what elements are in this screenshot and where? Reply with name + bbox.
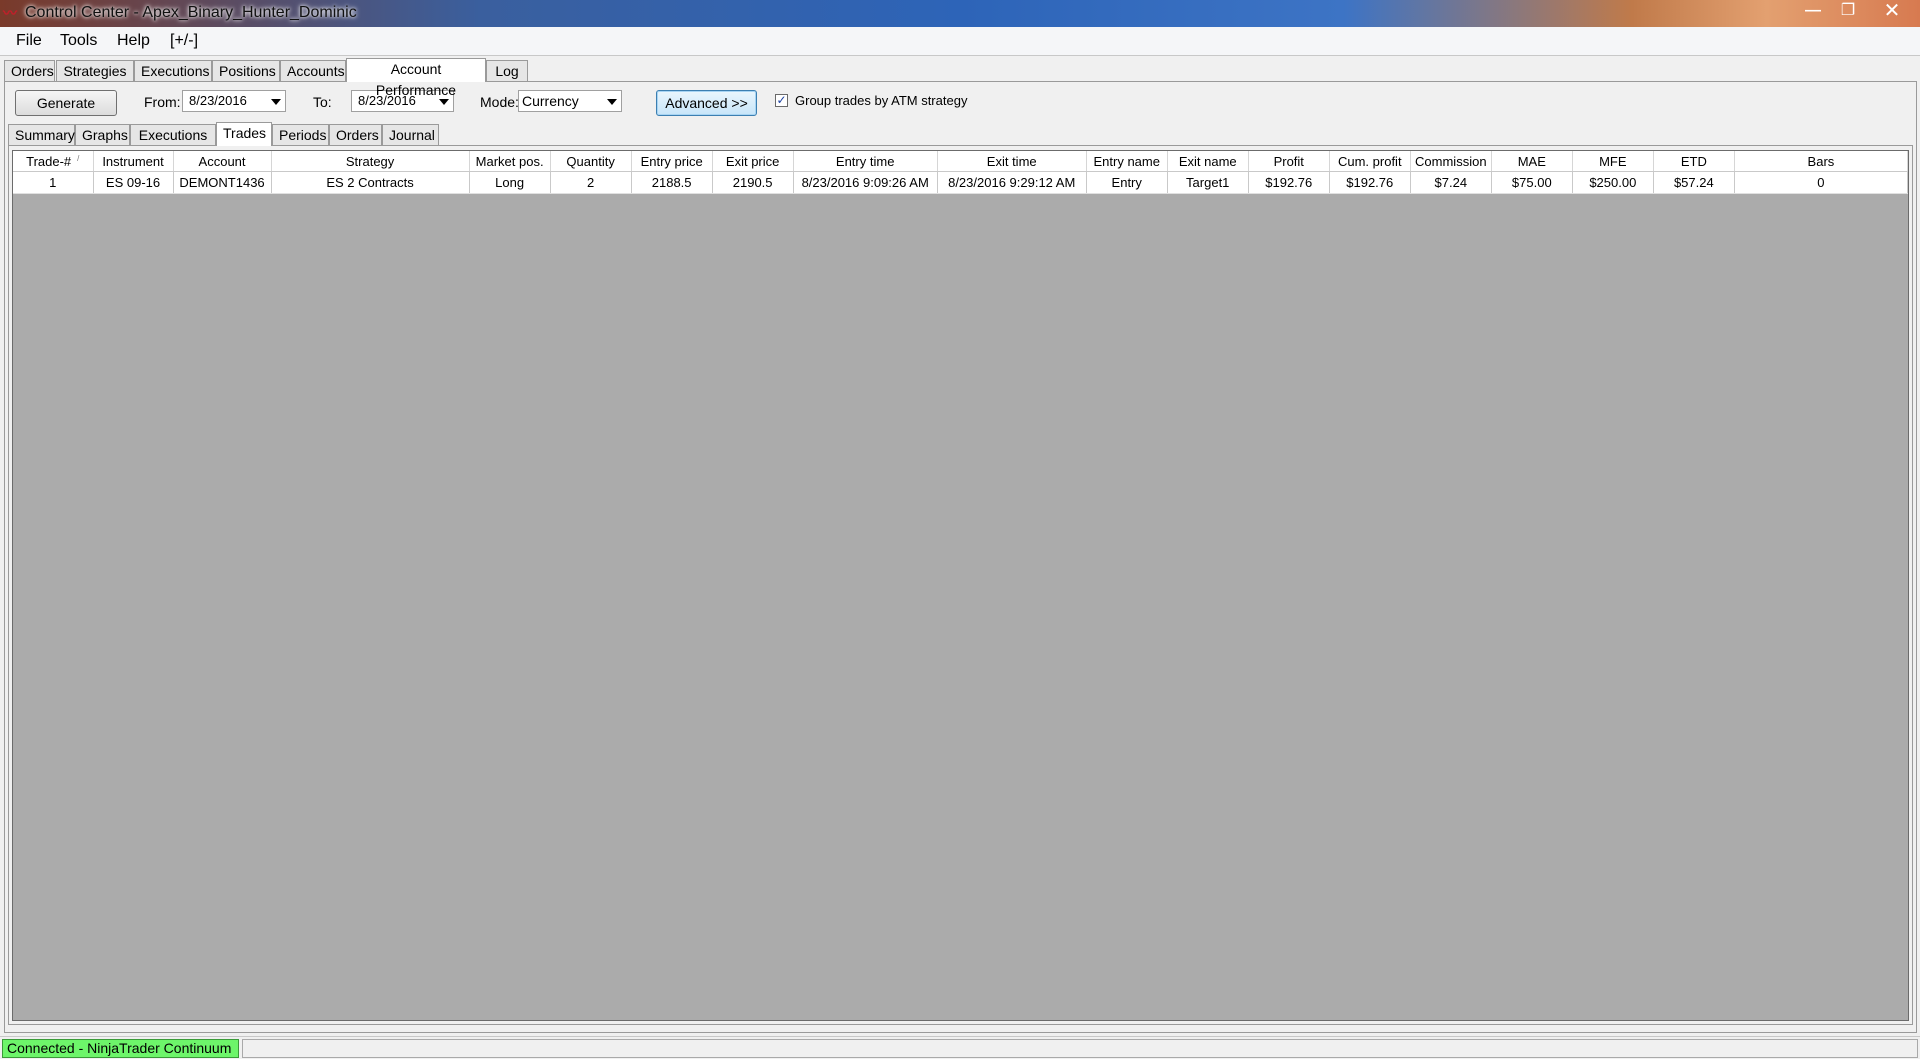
window-title: Control Center - Apex_Binary_Hunter_Domi… xyxy=(25,4,357,21)
column-header-quantity[interactable]: Quantity xyxy=(550,151,632,172)
cell-entry-time: 8/23/2016 9:09:26 AM xyxy=(793,171,938,194)
menu-help[interactable]: Help xyxy=(117,32,150,50)
column-header-etd[interactable]: ETD xyxy=(1653,151,1735,172)
sort-icon: / xyxy=(77,153,80,163)
group-trades-label: Group trades by ATM strategy xyxy=(795,93,968,108)
column-header-mfe[interactable]: MFE xyxy=(1572,151,1654,172)
menu-tools[interactable]: Tools xyxy=(60,32,97,50)
tab-executions-report[interactable]: Executions xyxy=(130,124,216,145)
menu-toggle[interactable]: [+/-] xyxy=(170,32,198,50)
advanced-button[interactable]: Advanced >> xyxy=(656,90,757,116)
cell-bars: 0 xyxy=(1734,171,1908,194)
cell-exit-time: 8/23/2016 9:29:12 AM xyxy=(937,171,1087,194)
cell-mfe: $250.00 xyxy=(1572,171,1654,194)
mode-label: Mode: xyxy=(480,94,519,110)
column-header-trade-number[interactable]: Trade-# / xyxy=(13,151,94,172)
tab-graphs[interactable]: Graphs xyxy=(75,124,130,145)
from-date-picker[interactable]: 8/23/2016 xyxy=(182,90,286,112)
status-message-area xyxy=(242,1039,1918,1058)
column-header-commission[interactable]: Commission xyxy=(1410,151,1492,172)
cell-instrument: ES 09-16 xyxy=(93,171,174,194)
column-header-entry-time[interactable]: Entry time xyxy=(793,151,938,172)
trades-table: Trade-# / Instrument Account Strategy Mar… xyxy=(13,151,1908,194)
tab-strategies[interactable]: Strategies xyxy=(56,60,134,81)
column-header-exit-price[interactable]: Exit price xyxy=(712,151,794,172)
column-header-strategy[interactable]: Strategy xyxy=(271,151,470,172)
cell-exit-name: Target1 xyxy=(1167,171,1249,194)
tab-positions[interactable]: Positions xyxy=(212,60,280,81)
cell-entry-name: Entry xyxy=(1086,171,1168,194)
connection-status: Connected - NinjaTrader Continuum xyxy=(2,1039,239,1058)
column-header-entry-price[interactable]: Entry price xyxy=(631,151,713,172)
tab-summary[interactable]: Summary xyxy=(8,124,75,145)
cell-cum-profit: $192.76 xyxy=(1329,171,1411,194)
group-trades-checkbox[interactable]: ✓ xyxy=(775,94,788,107)
menu-file[interactable]: File xyxy=(16,32,42,50)
cell-etd: $57.24 xyxy=(1653,171,1735,194)
tab-trades[interactable]: Trades xyxy=(216,122,272,146)
table-header-row: Trade-# / Instrument Account Strategy Mar… xyxy=(13,151,1908,172)
title-bar[interactable]: 〰 Control Center - Apex_Binary_Hunter_Do… xyxy=(0,0,1920,27)
tab-account-performance[interactable]: Account Performance xyxy=(346,58,486,98)
cell-quantity: 2 xyxy=(550,171,632,194)
column-header-bars[interactable]: Bars xyxy=(1734,151,1908,172)
tab-orders-report[interactable]: Orders xyxy=(329,124,382,145)
chevron-down-icon xyxy=(607,99,617,105)
column-header-exit-name[interactable]: Exit name xyxy=(1167,151,1249,172)
column-header-mae[interactable]: MAE xyxy=(1491,151,1573,172)
mode-dropdown[interactable]: Currency xyxy=(518,90,622,112)
column-header-account[interactable]: Account xyxy=(173,151,272,172)
tab-executions[interactable]: Executions xyxy=(134,60,212,81)
cell-market-pos: Long xyxy=(469,171,551,194)
chevron-down-icon xyxy=(271,99,281,105)
from-label: From: xyxy=(144,94,181,110)
generate-button[interactable]: Generate xyxy=(15,90,117,116)
maximize-button[interactable]: ❐ xyxy=(1830,0,1866,22)
tab-accounts[interactable]: Accounts xyxy=(280,60,346,81)
column-header-market-pos[interactable]: Market pos. xyxy=(469,151,551,172)
column-header-profit[interactable]: Profit xyxy=(1248,151,1330,172)
cell-trade-number: 1 xyxy=(13,171,94,194)
minimize-button[interactable]: — xyxy=(1795,0,1831,22)
menu-bar: File Tools Help [+/-] xyxy=(0,27,1920,56)
cell-mae: $75.00 xyxy=(1491,171,1573,194)
ninjatrader-logo-icon: 〰 xyxy=(3,5,17,21)
tab-journal[interactable]: Journal xyxy=(382,124,439,145)
from-date-value: 8/23/2016 xyxy=(189,93,247,108)
column-header-instrument[interactable]: Instrument xyxy=(93,151,174,172)
tab-orders[interactable]: Orders xyxy=(4,60,55,81)
column-header-cum-profit[interactable]: Cum. profit xyxy=(1329,151,1411,172)
cell-commission: $7.24 xyxy=(1410,171,1492,194)
cell-profit: $192.76 xyxy=(1248,171,1330,194)
column-header-exit-time[interactable]: Exit time xyxy=(937,151,1087,172)
cell-strategy: ES 2 Contracts xyxy=(271,171,470,194)
column-header-entry-name[interactable]: Entry name xyxy=(1086,151,1168,172)
close-button[interactable]: ✕ xyxy=(1868,0,1916,22)
cell-entry-price: 2188.5 xyxy=(631,171,713,194)
status-bar: Connected - NinjaTrader Continuum xyxy=(0,1036,1920,1059)
cell-account: DEMONT1436 xyxy=(173,171,272,194)
tab-periods[interactable]: Periods xyxy=(272,124,329,145)
tab-log[interactable]: Log xyxy=(486,60,528,81)
cell-exit-price: 2190.5 xyxy=(712,171,794,194)
to-label: To: xyxy=(313,94,332,110)
trades-grid[interactable]: Trade-# / Instrument Account Strategy Mar… xyxy=(12,150,1909,1021)
table-row[interactable]: 1 ES 09-16 DEMONT1436 ES 2 Contracts Lon… xyxy=(13,171,1908,194)
mode-value: Currency xyxy=(522,93,579,109)
